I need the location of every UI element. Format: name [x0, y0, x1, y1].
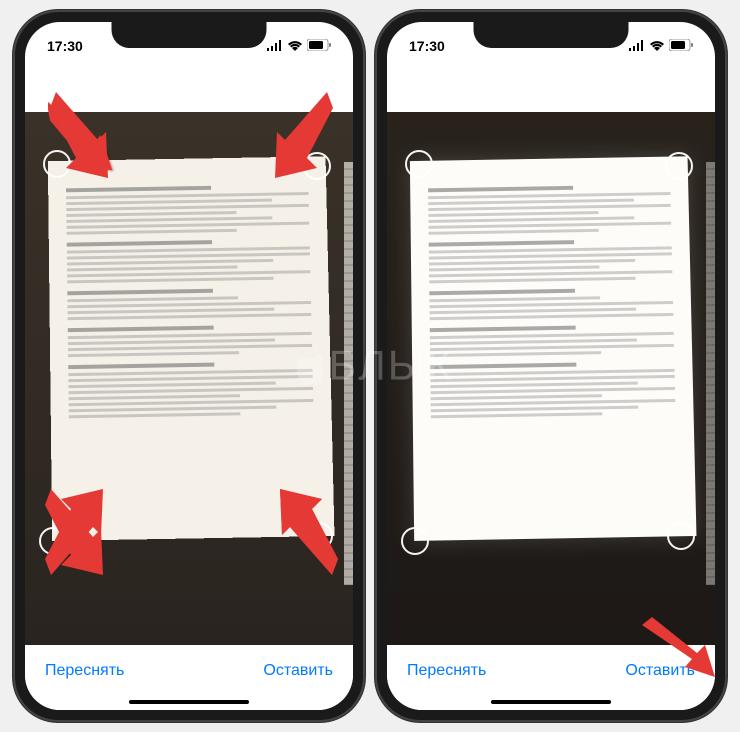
signal-icon [266, 38, 283, 54]
keep-button[interactable]: Оставить [625, 662, 695, 680]
scanned-document [410, 156, 697, 541]
battery-icon [307, 38, 331, 54]
phone-left: 17:30 [13, 10, 365, 722]
notch [474, 22, 629, 48]
home-indicator[interactable] [491, 700, 611, 704]
background-keyboard [706, 162, 715, 585]
keep-button[interactable]: Оставить [263, 662, 333, 680]
crop-handle-top-right[interactable] [665, 152, 693, 180]
notch [112, 22, 267, 48]
phone-right: 17:30 [375, 10, 727, 722]
header-space [387, 62, 715, 112]
wifi-icon [649, 38, 665, 54]
status-time: 17:30 [409, 38, 445, 54]
crop-handle-top-right[interactable] [303, 152, 331, 180]
wifi-icon [287, 38, 303, 54]
status-time: 17:30 [47, 38, 83, 54]
background-keyboard [344, 162, 353, 585]
signal-icon [628, 38, 645, 54]
crop-handle-top-left[interactable] [405, 150, 433, 178]
screen-right: 17:30 [387, 22, 715, 710]
crop-handle-bottom-right[interactable] [667, 522, 695, 550]
crop-handle-bottom-right[interactable] [305, 522, 333, 550]
header-space [25, 62, 353, 112]
home-indicator[interactable] [129, 700, 249, 704]
status-indicators [628, 38, 693, 54]
status-indicators [266, 38, 331, 54]
screen-left: 17:30 [25, 22, 353, 710]
battery-icon [669, 38, 693, 54]
retake-button[interactable]: Переснять [45, 662, 124, 680]
camera-view[interactable] [387, 112, 715, 645]
crop-handle-bottom-left[interactable] [39, 527, 67, 555]
scanned-document [48, 156, 335, 541]
crop-handle-top-left[interactable] [43, 150, 71, 178]
retake-button[interactable]: Переснять [407, 662, 486, 680]
camera-view[interactable] [25, 112, 353, 645]
crop-handle-bottom-left[interactable] [401, 527, 429, 555]
